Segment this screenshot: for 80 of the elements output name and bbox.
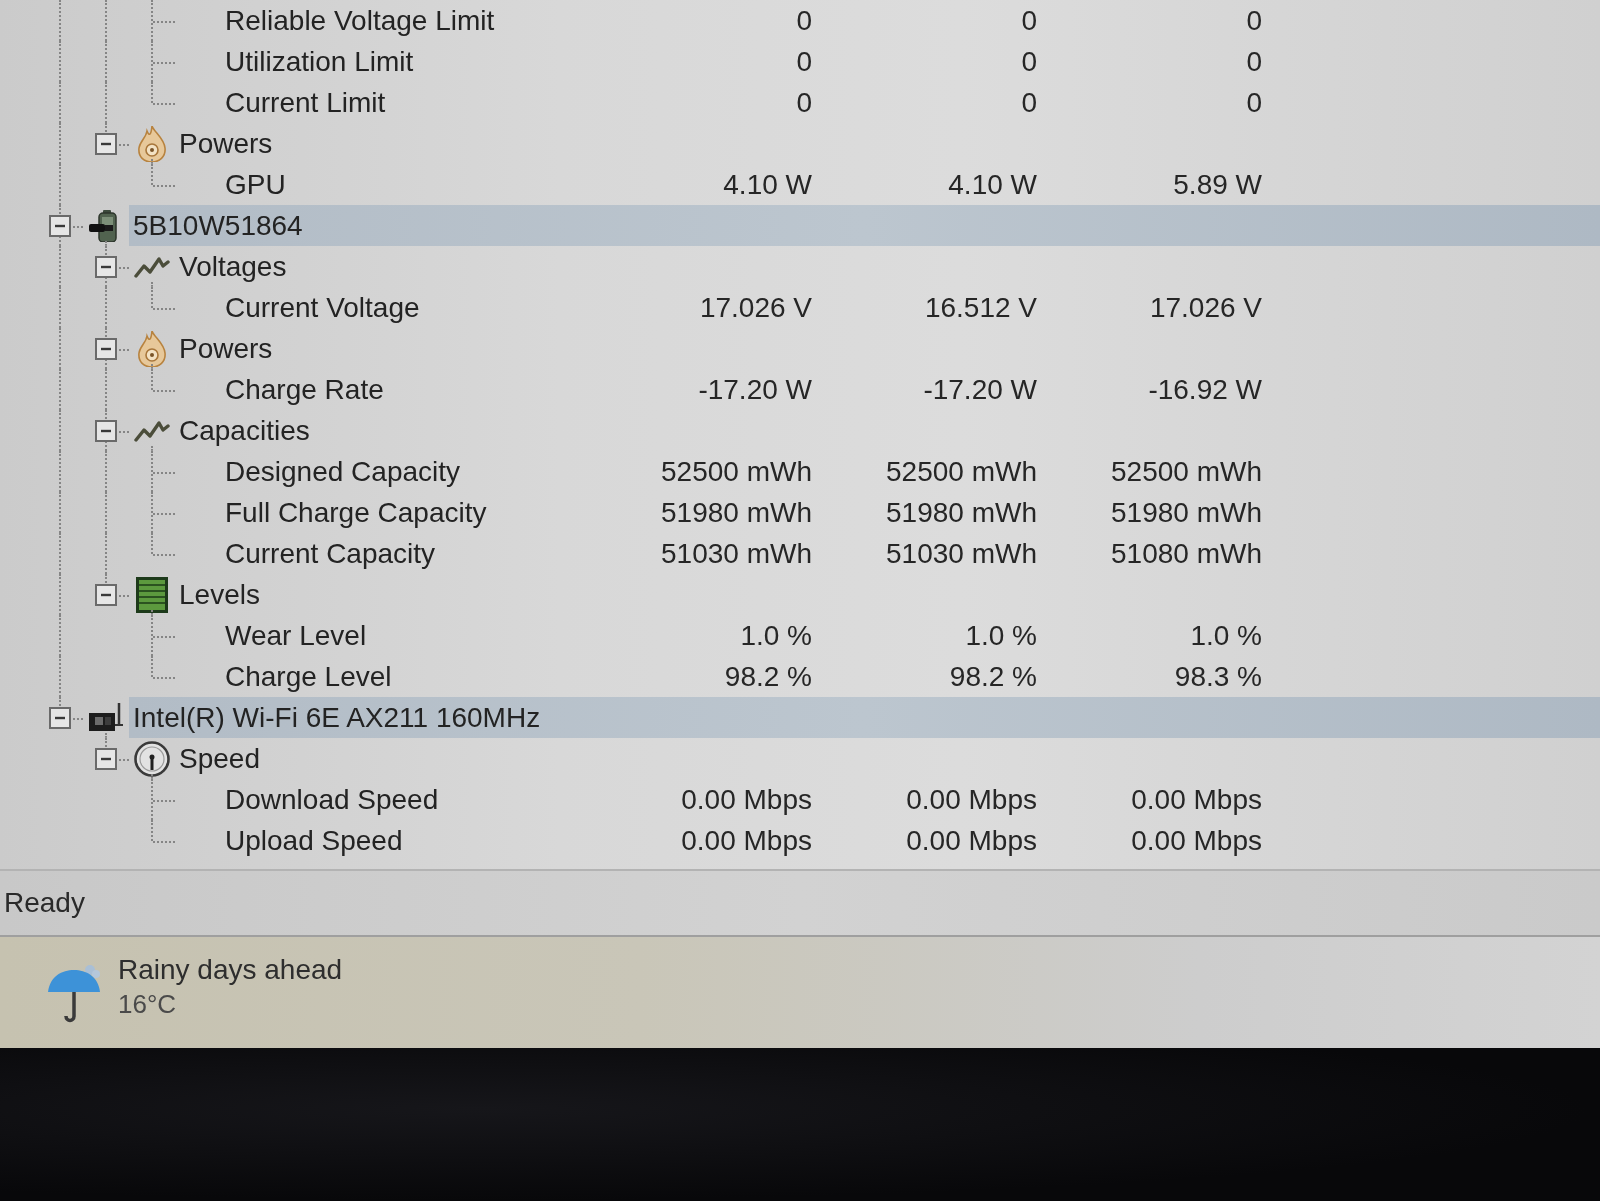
sensor-label[interactable]: Wear Level (225, 618, 367, 653)
collapse-icon[interactable] (95, 337, 117, 360)
sensor-label[interactable]: Download Speed (225, 782, 439, 817)
value-cell: 0 (1246, 3, 1262, 38)
value-cell: 52500 mWh (661, 454, 812, 489)
value-cell: 4.10 W (723, 167, 812, 202)
network-card-icon (89, 702, 123, 733)
value-cell: 0 (1021, 3, 1037, 38)
value-cell: 0 (796, 85, 812, 120)
gauge-icon (134, 740, 170, 777)
value-cell: 0 (1021, 44, 1037, 79)
sensor-group-label[interactable]: Levels (179, 577, 260, 612)
sensor-label[interactable]: Designed Capacity (225, 454, 461, 489)
sensor-label[interactable]: Utilization Limit (225, 44, 414, 79)
sensor-label[interactable]: Reliable Voltage Limit (225, 3, 495, 38)
value-cell: 51030 mWh (886, 536, 1037, 571)
flame-icon (138, 125, 166, 162)
value-cell: 0.00 Mbps (681, 782, 812, 817)
collapse-icon[interactable] (49, 214, 71, 237)
value-cell: 16.512 V (924, 290, 1037, 325)
value-cell: 98.2 % (949, 659, 1037, 694)
value-cell: 1.0 % (1190, 618, 1262, 653)
value-cell: -16.92 W (1148, 372, 1262, 407)
sensor-label[interactable]: Upload Speed (225, 823, 403, 858)
value-cell: 51980 mWh (661, 495, 812, 530)
sensor-label[interactable]: Current Limit (225, 85, 386, 120)
device-name[interactable]: Intel(R) Wi-Fi 6E AX211 160MHz (133, 700, 541, 735)
value-cell: 51980 mWh (1111, 495, 1262, 530)
sensor-group-label[interactable]: Capacities (179, 413, 310, 448)
value-cell: 17.026 V (699, 290, 812, 325)
value-cell: 51080 mWh (1111, 536, 1262, 571)
sensor-label[interactable]: Charge Level (225, 659, 392, 694)
value-cell: 98.2 % (724, 659, 812, 694)
level-bars-icon (136, 576, 168, 613)
sensor-label[interactable]: GPU (225, 167, 286, 202)
value-cell: 51980 mWh (886, 495, 1037, 530)
value-cell: 52500 mWh (1111, 454, 1262, 489)
value-cell: 0 (1246, 85, 1262, 120)
value-cell: 0.00 Mbps (906, 823, 1037, 858)
collapse-icon[interactable] (95, 255, 117, 278)
value-cell: 98.3 % (1174, 659, 1262, 694)
sensor-group-label[interactable]: Voltages (179, 249, 287, 284)
value-cell: 4.10 W (948, 167, 1037, 202)
value-cell: 0 (796, 3, 812, 38)
value-cell: 0.00 Mbps (1131, 782, 1262, 817)
device-row[interactable]: 5B10W51864 (129, 205, 1600, 246)
sensor-group-label[interactable]: Powers (179, 126, 273, 161)
value-cell: -17.20 W (698, 372, 812, 407)
device-row[interactable]: Intel(R) Wi-Fi 6E AX211 160MHz (129, 697, 1600, 738)
sensor-group-label[interactable]: Powers (179, 331, 273, 366)
weather-temperature[interactable]: 16°C (118, 987, 343, 1020)
value-cell: 17.026 V (1149, 290, 1262, 325)
device-name[interactable]: 5B10W51864 (133, 208, 303, 243)
value-cell: 0.00 Mbps (1131, 823, 1262, 858)
value-cell: -17.20 W (923, 372, 1037, 407)
sensor-label[interactable]: Charge Rate (225, 372, 384, 407)
sensor-label[interactable]: Full Charge Capacity (225, 495, 487, 530)
value-cell: 0.00 Mbps (906, 782, 1037, 817)
value-cell: 5.89 W (1173, 167, 1262, 202)
value-cell: 0 (1246, 44, 1262, 79)
collapse-icon[interactable] (49, 706, 71, 729)
collapse-icon[interactable] (95, 419, 117, 442)
sensor-label[interactable]: Current Voltage (225, 290, 420, 325)
collapse-icon[interactable] (95, 747, 117, 770)
value-cell: 0 (1021, 85, 1037, 120)
flame-icon (138, 330, 166, 367)
value-cell: 1.0 % (740, 618, 812, 653)
collapse-icon[interactable] (95, 583, 117, 606)
value-cell: 1.0 % (965, 618, 1037, 653)
sensor-group-label[interactable]: Speed (179, 741, 260, 776)
value-cell: 51030 mWh (661, 536, 812, 571)
value-cell: 52500 mWh (886, 454, 1037, 489)
sensor-label[interactable]: Current Capacity (225, 536, 436, 571)
value-cell: 0.00 Mbps (681, 823, 812, 858)
value-cell: 0 (796, 44, 812, 79)
weather-condition[interactable]: Rainy days ahead (118, 953, 343, 986)
collapse-icon[interactable] (95, 132, 117, 155)
zigzag-icon (134, 255, 170, 278)
status-text: Ready (4, 887, 85, 919)
zigzag-icon (134, 419, 170, 442)
